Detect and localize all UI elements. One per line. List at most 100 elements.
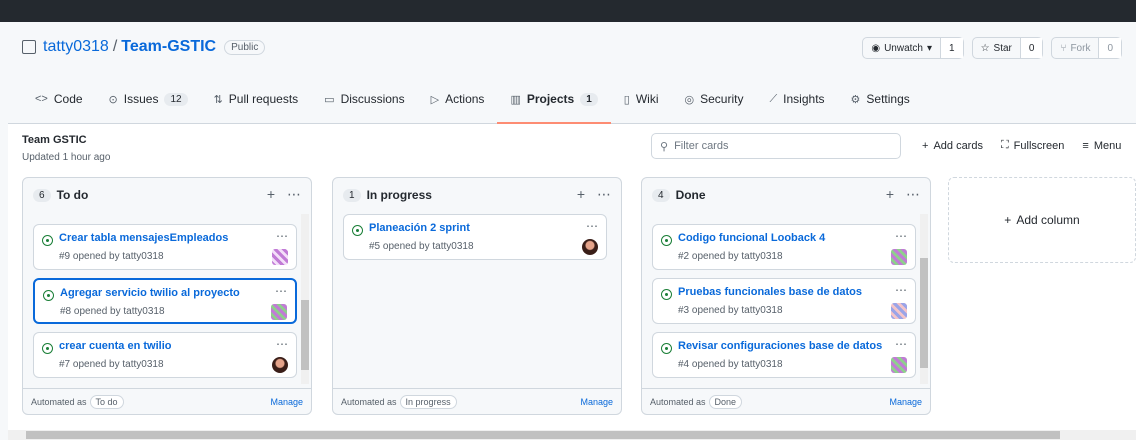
card-menu-icon[interactable]: ⋯	[275, 284, 287, 298]
project-header: Team GSTIC Updated 1 hour ago ⚲ Filter ca…	[8, 125, 1136, 173]
issue-card[interactable]: Crear tabla mensajesEmpleados #9 opened …	[33, 224, 297, 270]
avatar	[272, 249, 288, 265]
scroll-thumb[interactable]	[26, 431, 1060, 439]
tab-actions[interactable]: ▷ Actions	[418, 84, 498, 114]
manage-link[interactable]: Manage	[580, 397, 613, 407]
filter-cards-input[interactable]: ⚲ Filter cards	[651, 133, 901, 159]
tab-security[interactable]: ◎ Security	[672, 84, 757, 114]
card-title[interactable]: Revisar configuraciones base de datos	[678, 340, 882, 352]
tab-settings[interactable]: ⚙ Settings	[838, 84, 923, 114]
card-menu-icon[interactable]: ⋯	[895, 229, 907, 243]
card-title[interactable]: crear cuenta en twilio	[59, 340, 171, 352]
kebab-menu-icon[interactable]: ⋯	[287, 186, 301, 203]
scroll-thumb[interactable]	[301, 300, 309, 370]
project-updated: Updated 1 hour ago	[22, 152, 111, 163]
issue-card[interactable]: Agregar servicio twilio al proyecto #8 o…	[33, 278, 297, 324]
issue-card[interactable]: crear cuenta en twilio #7 opened by tatt…	[33, 332, 297, 378]
repo-actions: ◉ Unwatch ▾ 1 ☆ Star 0 ⑂ Fork 0	[862, 37, 1122, 59]
open-issue-icon	[661, 235, 672, 246]
star-count[interactable]: 0	[1019, 38, 1043, 58]
tab-label: Insights	[783, 92, 825, 106]
issue-card[interactable]: Pruebas funcionales base de datos #3 ope…	[652, 278, 916, 324]
card-title[interactable]: Agregar servicio twilio al proyecto	[60, 287, 240, 299]
card-title[interactable]: Crear tabla mensajesEmpleados	[59, 232, 228, 244]
avatar	[891, 357, 907, 373]
card-menu-icon[interactable]: ⋯	[276, 229, 288, 243]
tab-label: Projects	[526, 92, 575, 106]
add-column-label: Add column	[1016, 213, 1080, 227]
shield-icon: ◎	[684, 93, 695, 106]
open-issue-icon	[43, 290, 54, 301]
add-card-icon[interactable]: +	[886, 186, 894, 203]
card-subtitle: #2 opened by tatty0318	[678, 251, 783, 262]
tab-code[interactable]: <> Code	[22, 84, 96, 114]
tab-label: Issues	[123, 92, 159, 106]
open-issue-icon	[661, 289, 672, 300]
watch-count[interactable]: 1	[940, 38, 963, 58]
issue-card[interactable]: Planeación 2 sprint #5 opened by tatty03…	[343, 214, 607, 260]
add-card-icon[interactable]: +	[577, 186, 585, 203]
scroll-thumb[interactable]	[920, 258, 928, 368]
fullscreen-button[interactable]: ⛶ Fullscreen	[1001, 139, 1064, 152]
card-subtitle: #4 opened by tatty0318	[678, 359, 783, 370]
fork-button[interactable]: ⑂ Fork	[1052, 38, 1098, 58]
open-issue-icon	[42, 343, 53, 354]
tab-issues[interactable]: ⊙ Issues 12	[96, 84, 201, 114]
repo-icon	[22, 40, 36, 54]
avatar	[891, 249, 907, 265]
book-icon: ▯	[623, 93, 630, 106]
discussion-icon: ▭	[324, 93, 335, 106]
watch-button[interactable]: ◉ Unwatch ▾	[863, 38, 940, 58]
add-column-button[interactable]: + Add column	[948, 177, 1136, 263]
visibility-badge: Public	[224, 39, 266, 55]
tab-insights[interactable]: ⟋ Insights	[756, 84, 837, 114]
automated-label: Automated as	[341, 396, 397, 407]
tab-projects[interactable]: ▥ Projects 1	[497, 84, 612, 124]
manage-link[interactable]: Manage	[889, 397, 922, 407]
repo-owner-link[interactable]: tatty0318	[43, 38, 109, 56]
menu-button[interactable]: ≡ Menu	[1082, 139, 1121, 152]
tab-wiki[interactable]: ▯ Wiki	[611, 84, 672, 114]
code-icon: <>	[35, 93, 48, 105]
project-name: Team GSTIC	[22, 134, 87, 146]
add-cards-button[interactable]: + Add cards	[922, 139, 983, 152]
column-count: 4	[652, 188, 670, 202]
issue-card[interactable]: Revisar configuraciones base de datos #4…	[652, 332, 916, 378]
kebab-menu-icon[interactable]: ⋯	[597, 186, 611, 203]
card-menu-icon[interactable]: ⋯	[895, 283, 907, 297]
watch-button-group: ◉ Unwatch ▾ 1	[862, 37, 964, 59]
automation-pill: In progress	[399, 394, 457, 409]
column-title: In progress	[366, 188, 432, 202]
card-menu-icon[interactable]: ⋯	[586, 219, 598, 233]
column-count: 6	[33, 188, 51, 202]
automated-label: Automated as	[31, 396, 87, 407]
tab-label: Wiki	[635, 92, 659, 106]
repo-name-link[interactable]: Team-GSTIC	[121, 38, 216, 56]
tab-label: Code	[53, 92, 83, 106]
card-menu-icon[interactable]: ⋯	[895, 337, 907, 351]
manage-link[interactable]: Manage	[270, 397, 303, 407]
column-footer: Automated as Done Manage	[642, 388, 930, 414]
card-title[interactable]: Pruebas funcionales base de datos	[678, 286, 862, 298]
card-title[interactable]: Codigo funcional Looback 4	[678, 232, 825, 244]
card-subtitle: #8 opened by tatty0318	[60, 306, 165, 317]
star-button[interactable]: ☆ Star	[973, 38, 1020, 58]
column-scrollbar[interactable]	[920, 214, 928, 384]
graph-icon: ⟋	[769, 92, 778, 105]
star-icon: ☆	[980, 42, 990, 54]
hamburger-icon: ≡	[1082, 139, 1089, 152]
column-scrollbar[interactable]	[301, 214, 309, 384]
add-card-icon[interactable]: +	[267, 186, 275, 203]
card-title[interactable]: Planeación 2 sprint	[369, 222, 470, 234]
kebab-menu-icon[interactable]: ⋯	[906, 186, 920, 203]
repo-header: tatty0318 / Team-GSTIC Public ◉ Unwatch ▾ …	[8, 22, 1136, 124]
avatar	[582, 239, 598, 255]
fork-count[interactable]: 0	[1098, 38, 1121, 58]
card-menu-icon[interactable]: ⋯	[276, 337, 288, 351]
star-label: Star	[993, 42, 1012, 54]
tab-discussions[interactable]: ▭ Discussions	[311, 84, 417, 114]
tab-pull-requests[interactable]: ⇅ Pull requests	[201, 84, 312, 114]
add-cards-label: Add cards	[933, 139, 983, 152]
repo-separator: /	[112, 38, 118, 55]
issue-card[interactable]: Codigo funcional Looback 4 #2 opened by …	[652, 224, 916, 270]
